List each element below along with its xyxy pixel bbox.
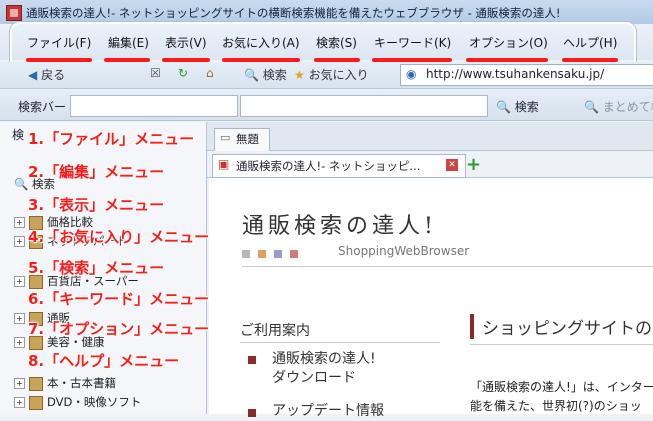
menu-file[interactable]: ファイル(F): [27, 34, 91, 51]
tab-page-label: 通販検索の達人!- ネットショッピ...: [236, 159, 421, 173]
search-bar-label: 検索バー: [18, 100, 67, 114]
menu-search[interactable]: 検索(S): [316, 34, 357, 51]
favorites-label: お気に入り: [308, 68, 369, 82]
menu-help[interactable]: ヘルプ(H): [563, 34, 617, 51]
update-link[interactable]: アップデート情報: [272, 402, 384, 421]
menu-keyword[interactable]: キーワード(K): [374, 34, 451, 51]
logo-square-orange: [258, 250, 266, 258]
address-text: http://www.tsuhankensaku.jp/: [426, 67, 605, 81]
magnifier-icon: 🔍: [496, 100, 511, 114]
header-divider: [242, 266, 653, 267]
tree-item[interactable]: + DVD・映像ソフト: [14, 394, 141, 410]
annotation-3: 3.「表示」メニュー: [28, 196, 165, 214]
search-button-label: 検索: [514, 100, 539, 114]
document-icon: ▭: [220, 131, 231, 144]
logo-square-gray: [242, 250, 250, 258]
star-icon: ★: [294, 68, 305, 82]
book-icon: [29, 376, 43, 391]
expand-icon: +: [14, 378, 25, 389]
tree-item[interactable]: + 本・古本書籍: [14, 375, 116, 391]
search-keyword-input[interactable]: [240, 95, 488, 117]
logo-square-red: [290, 250, 298, 258]
search-site-select[interactable]: [70, 95, 238, 117]
annotation-1: 1.「ファイル」メニュー: [28, 130, 195, 148]
expand-icon: +: [14, 276, 25, 287]
expand-icon: +: [14, 217, 25, 228]
annotation-8: 8.「ヘルプ」メニュー: [28, 352, 180, 370]
download-link[interactable]: 通販検索の達人! ダウンロード: [272, 350, 376, 388]
menu-view[interactable]: 表示(V): [165, 34, 207, 51]
app-icon: [6, 5, 22, 21]
shop-body-line-1: 「通販検索の達人!」は、インター: [470, 380, 653, 394]
shop-heading: ショッピングサイトの: [470, 314, 652, 339]
search-button[interactable]: 🔍 検索: [496, 98, 539, 115]
back-label: 戻る: [41, 68, 66, 82]
back-arrow-icon: ◀: [28, 68, 38, 82]
stop-button[interactable]: ☒: [150, 66, 161, 80]
annotation-5: 5.「検索」メニュー: [28, 259, 165, 277]
tab-untitled-label: 無題: [236, 132, 259, 146]
stop-icon: ☒: [150, 66, 161, 80]
guide-divider: [240, 342, 440, 343]
annotation-6: 6.「キーワード」メニュー: [28, 290, 210, 308]
magnifier-icon: 🔍: [14, 177, 29, 191]
shop-body: 「通販検索の達人!」は、インター 能を備えた、世界初(?)のショッ: [470, 378, 653, 416]
home-button[interactable]: ⌂: [206, 66, 214, 80]
annotation-7: 7.「オプション」メニュー: [28, 320, 210, 338]
site-title: 通販検索の達人!: [242, 214, 437, 239]
reload-button[interactable]: ↻: [178, 66, 188, 80]
nav-search-button[interactable]: 🔍 検索: [244, 66, 287, 83]
annotation-2: 2.「編集」メニュー: [28, 163, 165, 181]
menu-edit[interactable]: 編集(E): [108, 34, 149, 51]
add-tab-icon[interactable]: +: [466, 154, 481, 175]
window-title: 通販検索の達人!- ネットショッピングサイトの横断検索機能を備えたウェブブラウザ…: [26, 6, 561, 20]
reload-icon: ↻: [178, 66, 189, 80]
logo-square-purple: [274, 250, 282, 258]
guide-heading: ご利用案内: [240, 323, 310, 339]
expand-icon: +: [14, 236, 25, 247]
book-icon: [29, 395, 43, 410]
magnifier-icon: 🔍: [244, 68, 259, 82]
menu-favorites[interactable]: お気に入り(A): [222, 34, 300, 51]
search-all-label: まとめて検索: [602, 100, 653, 114]
close-icon[interactable]: ✕: [446, 159, 458, 171]
site-subtitle: ShoppingWebBrowser: [338, 244, 470, 258]
tree-item-label: 本・古本書籍: [47, 376, 116, 390]
bullet-icon: [248, 356, 256, 364]
expand-icon: +: [14, 313, 25, 324]
site-favicon-icon: ▣: [218, 157, 230, 171]
expand-icon: +: [14, 337, 25, 348]
shop-body-line-2: 能を備えた、世界初(?)のショッ: [470, 399, 642, 413]
bullet-icon: [248, 409, 256, 417]
nav-search-label: 検索: [262, 68, 287, 82]
page-icon: ◉: [406, 67, 417, 81]
favorites-button[interactable]: ★ お気に入り: [294, 66, 369, 83]
menu-options[interactable]: オプション(O): [469, 34, 548, 51]
side-panel-header: 検: [12, 128, 25, 142]
tree-item-label: DVD・映像ソフト: [47, 395, 142, 409]
expand-icon: +: [14, 397, 25, 408]
home-icon: ⌂: [206, 66, 214, 80]
search-all-button[interactable]: 🔍 まとめて検索: [584, 98, 653, 115]
search-all-icon: 🔍: [584, 100, 599, 114]
annotation-4: 4.「お気に入り」メニュー: [28, 228, 210, 246]
group-tab-strip: [207, 122, 653, 151]
shop-divider: [470, 344, 653, 345]
back-button[interactable]: ◀ 戻る: [28, 66, 65, 83]
